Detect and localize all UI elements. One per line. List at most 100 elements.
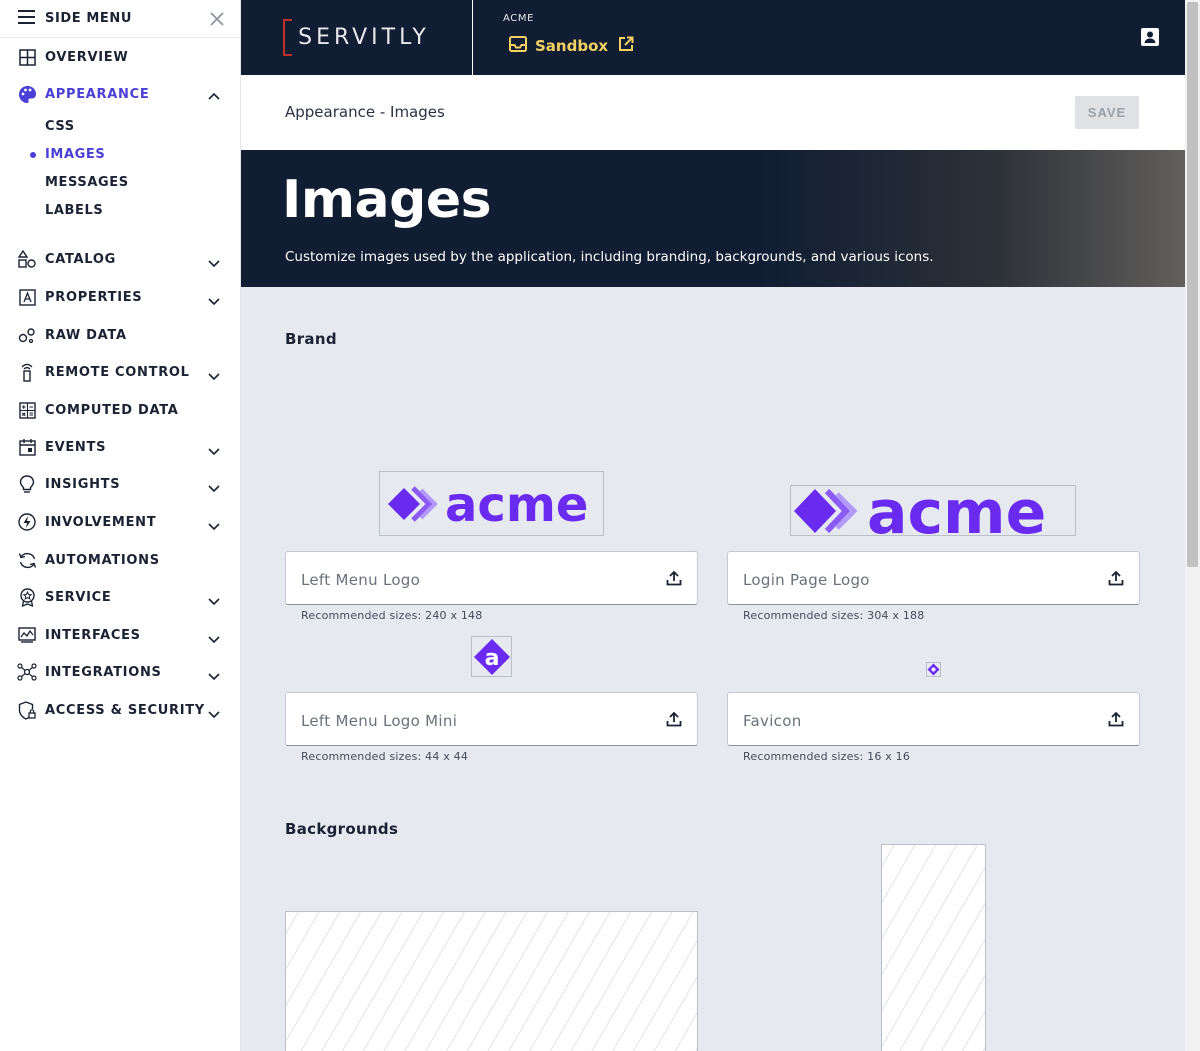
recommended-size-hint: Recommended sizes: 240 x 148 [301,609,483,622]
sidebar-item-service[interactable]: SERVICE [0,582,240,612]
sidebar-item-interfaces[interactable]: INTERFACES [0,620,240,650]
lightning-circle-icon [17,512,37,532]
backgrounds-section-title: Backgrounds [285,820,399,838]
logo-word: acme [867,486,1046,536]
sidebar-item-remote-control[interactable]: REMOTE CONTROL [0,357,240,387]
shapes-icon [17,249,37,269]
left-menu-logo-upload[interactable]: Left Menu Logo [285,551,698,605]
login-page-logo-upload[interactable]: Login Page Logo [727,551,1140,605]
remote-icon [17,362,37,382]
sidebar-item-integrations[interactable]: INTEGRATIONS [0,657,240,687]
sidebar-subitem-css[interactable]: CSS [45,117,75,137]
upload-icon[interactable] [666,570,682,590]
side-menu-header: SIDE MENU [0,0,240,38]
chevron-down-icon[interactable] [208,253,220,272]
page-header: Appearance - Images SAVE [241,75,1185,150]
sidebar-subitem-messages[interactable]: MESSAGES [45,173,129,193]
mini-logo-letter: a [484,646,499,671]
refresh-icon [17,550,37,570]
page-subtitle: Customize images used by the application… [285,249,934,265]
chevron-down-icon[interactable] [208,704,220,723]
upload-icon[interactable] [666,711,682,731]
background-image-preview [881,844,986,1051]
user-account-icon[interactable] [1141,28,1159,50]
chevron-down-icon[interactable] [208,591,220,610]
chevron-down-icon[interactable] [208,291,220,310]
sidebar-item-events[interactable]: EVENTS [0,432,240,462]
text-box-icon [17,287,37,307]
shield-lock-icon [17,700,37,720]
left-menu-logo-mini-preview: a [471,636,512,677]
sidebar-item-automations[interactable]: AUTOMATIONS [0,545,240,575]
chevron-up-icon[interactable] [208,85,220,104]
sidebar-item-label: APPEARANCE [45,86,150,102]
upload-icon[interactable] [1108,711,1124,731]
chevron-down-icon[interactable] [208,366,220,385]
chevron-down-icon[interactable] [208,516,220,535]
chevron-down-icon[interactable] [208,629,220,648]
sidebar-item-label: RAW DATA [45,327,127,343]
sidebar-item-label: COMPUTED DATA [45,402,179,418]
environment-switcher[interactable]: Sandbox [509,36,634,56]
left-menu-logo-preview: acme [379,471,604,536]
sidebar-item-label: INTERFACES [45,627,141,643]
sidebar-item-overview[interactable]: OVERVIEW [0,42,240,72]
brand-bracket [283,19,293,56]
sidebar-item-raw-data[interactable]: RAW DATA [0,320,240,350]
sidebar-item-label: INSIGHTS [45,476,121,492]
scrollbar-thumb[interactable] [1187,2,1198,567]
hero-banner: Images Customize images used by the appl… [241,150,1185,287]
sidebar-item-label: REMOTE CONTROL [45,364,190,380]
calculator-icon [17,400,37,420]
sidebar-item-catalog[interactable]: CATALOG [0,244,240,274]
field-label: Left Menu Logo Mini [301,712,458,730]
favicon-image [927,663,940,676]
main-content: Appearance - Images SAVE Images Customiz… [241,75,1185,1051]
close-icon[interactable] [210,11,224,30]
sidebar-item-insights[interactable]: INSIGHTS [0,469,240,499]
login-page-logo-preview: acme [790,485,1076,536]
sidebar-item-properties[interactable]: PROPERTIES [0,282,240,312]
field-label: Login Page Logo [743,571,870,589]
sidebar-subitem-images[interactable]: IMAGES [45,145,105,165]
external-link-icon[interactable] [618,36,634,56]
menu-icon[interactable] [18,9,35,28]
recommended-size-hint: Recommended sizes: 44 x 44 [301,750,469,763]
sidebar-item-label: INTEGRATIONS [45,664,162,680]
sidebar-item-access-security[interactable]: ACCESS & SECURITY [0,695,240,725]
top-bar: SERVITLY ACME Sandbox [241,0,1185,75]
lightbulb-icon [17,474,37,494]
chevron-down-icon[interactable] [208,441,220,460]
chevron-down-icon[interactable] [208,478,220,497]
sidebar-item-label: SERVICE [45,589,112,605]
breadcrumb: Appearance - Images [285,103,445,121]
chevron-down-icon[interactable] [208,666,220,685]
page-title: Images [282,170,492,230]
acme-mini-logo-image: a [473,638,510,675]
brand-logo[interactable]: SERVITLY [241,0,473,75]
brand-name: SERVITLY [298,25,430,50]
sidebar-item-label: OVERVIEW [45,49,129,65]
background-image-preview [285,911,698,1051]
favicon-preview [926,662,941,677]
sidebar-subitem-labels[interactable]: LABELS [45,201,103,221]
scrollbar[interactable] [1185,0,1200,1051]
favicon-upload[interactable]: Favicon [727,692,1140,746]
acme-logo-image: acme [387,479,588,529]
logo-word: acme [445,479,588,529]
sidebar-item-appearance[interactable]: APPEARANCE [0,79,240,109]
grid-icon [17,47,37,67]
left-menu-logo-mini-upload[interactable]: Left Menu Logo Mini [285,692,698,746]
sidebar-item-label: PROPERTIES [45,289,143,305]
side-menu: SIDE MENU OVERVIEW APPEARANCE CSS IMAGES… [0,0,241,1051]
recommended-size-hint: Recommended sizes: 304 x 188 [743,609,925,622]
sidebar-item-label: AUTOMATIONS [45,552,160,568]
calendar-icon [17,437,37,457]
inbox-icon [509,36,527,56]
save-button[interactable]: SAVE [1075,96,1139,129]
sidebar-item-involvement[interactable]: INVOLVEMENT [0,507,240,537]
upload-icon[interactable] [1108,570,1124,590]
field-label: Left Menu Logo [301,571,421,589]
sidebar-item-computed-data[interactable]: COMPUTED DATA [0,395,240,425]
sidebar-item-label: ACCESS & SECURITY [45,702,205,718]
